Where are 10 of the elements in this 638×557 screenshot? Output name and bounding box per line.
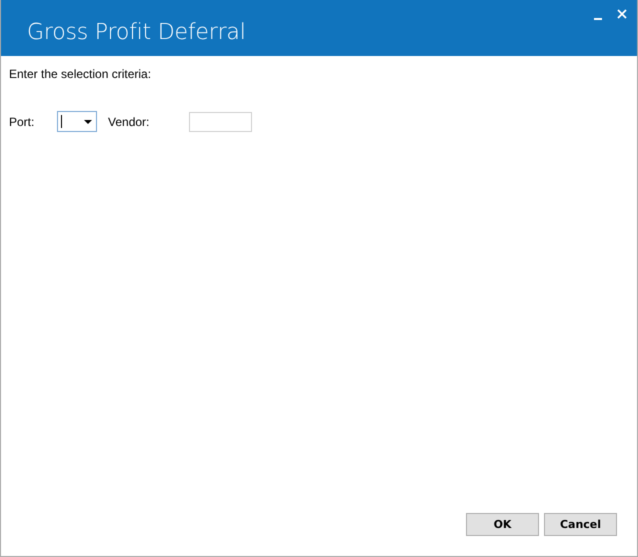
instruction-text: Enter the selection criteria: bbox=[9, 67, 152, 81]
cancel-button[interactable]: Cancel bbox=[544, 513, 617, 536]
vendor-input-field[interactable] bbox=[189, 112, 252, 132]
field-label: Port: bbox=[9, 114, 36, 128]
close-icon[interactable] bbox=[617, 8, 627, 20]
port-dropdown[interactable] bbox=[57, 111, 97, 132]
dropdown-arrow-icon bbox=[84, 120, 92, 124]
field-label: Vendor: bbox=[108, 114, 150, 128]
window-title: Gross Profit Deferral bbox=[27, 20, 246, 44]
ok-button[interactable]: OK bbox=[466, 513, 539, 536]
